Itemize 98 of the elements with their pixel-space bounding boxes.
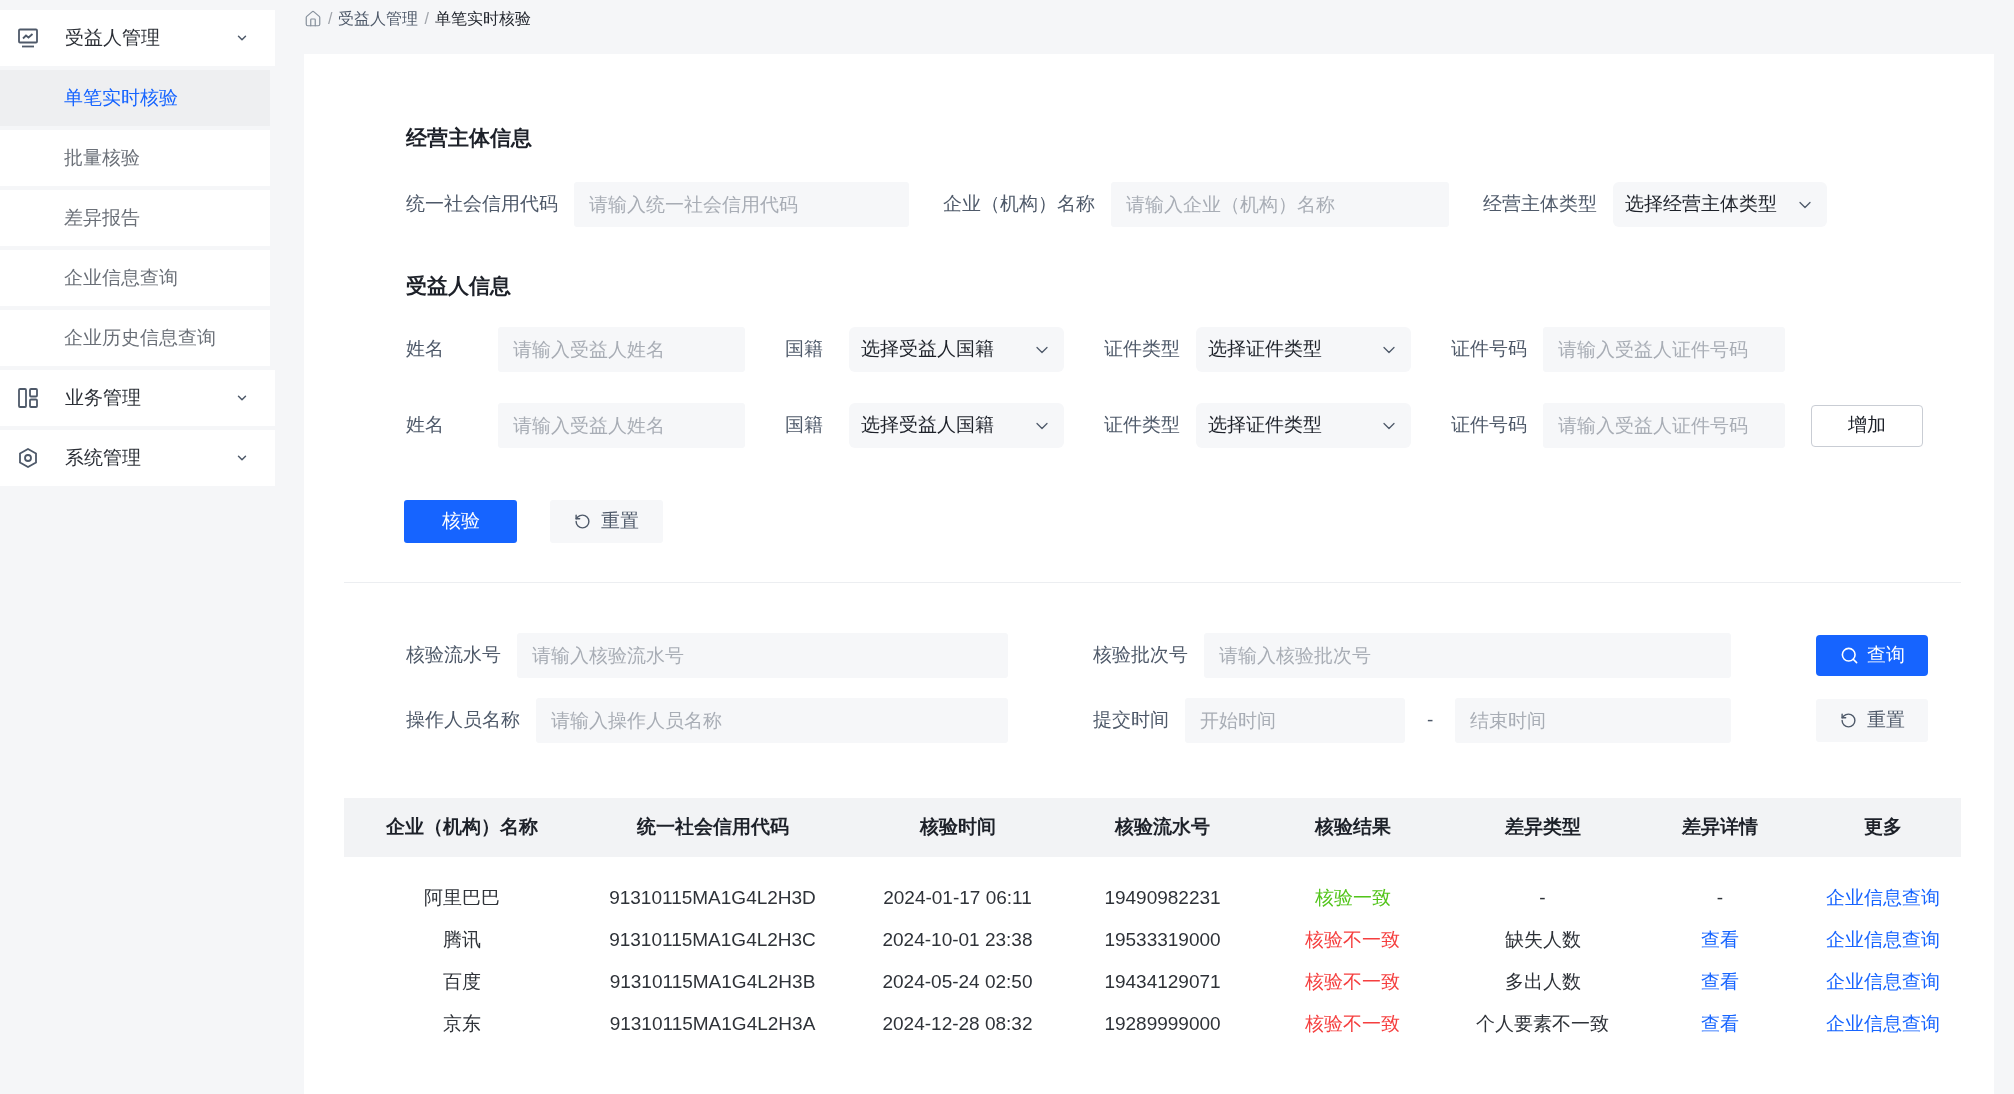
field-label: 统一社会信用代码 — [406, 192, 558, 217]
column-header: 核验时间 — [919, 815, 996, 840]
table-cell-text: 91310115MA1G4L2H3D — [609, 885, 816, 910]
input-field[interactable]: 请输入受益人姓名 — [498, 327, 745, 372]
sidebar-item[interactable]: 差异报告 — [0, 190, 270, 246]
search-button[interactable]: 查询 — [1816, 635, 1928, 676]
company-info-link[interactable]: 企业信息查询 — [1826, 925, 1940, 955]
table-cell-text: 腾讯 — [443, 927, 481, 952]
monitor-chart-icon — [18, 28, 38, 48]
column-header: 差异类型 — [1504, 815, 1581, 840]
column-header: 核验结果 — [1314, 815, 1391, 840]
breadcrumb-current: 单笔实时核验 — [434, 9, 531, 29]
status-text: 核验不一致 — [1305, 969, 1400, 994]
select-field[interactable]: 选择受益人国籍 — [849, 327, 1064, 372]
view-link[interactable]: 查看 — [1701, 925, 1739, 955]
table-cell-text: 2024-05-24 02:50 — [882, 969, 1033, 994]
section-title: 经营主体信息 — [406, 125, 532, 151]
table-cell-text: 京东 — [443, 1011, 481, 1036]
home-icon[interactable] — [304, 10, 322, 28]
sidebar-item[interactable]: 批量核验 — [0, 130, 270, 186]
status-text: 核验不一致 — [1305, 1011, 1400, 1036]
input-field[interactable]: 请输入企业（机构）名称 — [1111, 182, 1449, 227]
sidebar-item[interactable]: 单笔实时核验 — [0, 70, 270, 126]
table-cell-text: 91310115MA1G4L2H3C — [609, 927, 816, 952]
select-field[interactable]: 选择证件类型 — [1196, 327, 1411, 372]
company-info-link[interactable]: 企业信息查询 — [1826, 1009, 1940, 1039]
range-separator: - — [1427, 708, 1434, 733]
field-label: 姓名 — [406, 414, 444, 436]
reset-button[interactable]: 重置 — [550, 500, 663, 543]
table-cell-text: 多出人数 — [1504, 969, 1581, 994]
status-text: 核验一致 — [1314, 885, 1391, 910]
field-label: 国籍 — [785, 414, 823, 436]
refresh-icon — [574, 513, 591, 530]
add-button[interactable]: 增加 — [1811, 404, 1923, 447]
column-header: 统一社会信用代码 — [636, 815, 789, 840]
breadcrumb-link[interactable]: 受益人管理 — [338, 7, 419, 31]
sidebar-item[interactable]: 企业信息查询 — [0, 250, 270, 306]
input-field[interactable]: 请输入受益人姓名 — [498, 403, 745, 448]
table-cell-text: 2024-10-01 23:38 — [882, 927, 1033, 952]
breadcrumb-separator: / — [328, 9, 333, 29]
select-field[interactable]: 选择证件类型 — [1196, 403, 1411, 448]
company-info-link[interactable]: 企业信息查询 — [1826, 883, 1940, 913]
status-text: 核验不一致 — [1305, 927, 1400, 952]
field-label: 核验批次号 — [1093, 643, 1188, 668]
field-label: 证件号码 — [1451, 414, 1527, 436]
sidebar-item[interactable]: 企业历史信息查询 — [0, 310, 270, 366]
field-label: 提交时间 — [1093, 708, 1169, 733]
table-cell-text: 19490982231 — [1104, 885, 1221, 910]
table-cell-text: 91310115MA1G4L2H3B — [609, 969, 816, 994]
input-field[interactable]: 结束时间 — [1455, 698, 1731, 743]
input-field[interactable]: 请输入核验批次号 — [1204, 633, 1731, 678]
search-icon — [1839, 646, 1859, 665]
table-cell-text: 19533319000 — [1104, 927, 1221, 952]
reset-button[interactable]: 重置 — [1816, 699, 1928, 742]
input-field[interactable]: 请输入核验流水号 — [517, 633, 1008, 678]
sidebar-group[interactable]: 系统管理 — [0, 430, 275, 486]
column-header: 更多 — [1864, 815, 1902, 840]
section-title: 受益人信息 — [406, 273, 511, 299]
input-field[interactable]: 请输入受益人证件号码 — [1543, 327, 1785, 372]
input-field[interactable]: 开始时间 — [1185, 698, 1405, 743]
table-cell-text: 19289999000 — [1104, 1011, 1221, 1036]
select-field[interactable]: 选择经营主体类型 — [1613, 182, 1827, 227]
view-link[interactable]: 查看 — [1701, 967, 1739, 997]
table-cell-text: - — [1539, 885, 1546, 910]
verify-button[interactable]: 核验 — [404, 500, 517, 543]
table-cell-text: 2024-12-28 08:32 — [882, 1011, 1033, 1036]
field-label: 核验流水号 — [406, 643, 501, 668]
column-header: 差异详情 — [1682, 815, 1758, 840]
select-field[interactable]: 选择受益人国籍 — [849, 403, 1064, 448]
column-header: 核验流水号 — [1115, 815, 1210, 840]
table-cell-text: 91310115MA1G4L2H3A — [609, 1011, 816, 1036]
table-cell-text: 阿里巴巴 — [424, 885, 500, 910]
field-label: 操作人员名称 — [406, 708, 520, 733]
field-label: 证件类型 — [1104, 338, 1180, 360]
table-cell-text: 个人要素不一致 — [1476, 1011, 1609, 1036]
table-cell-text: 2024-01-17 06:11 — [883, 885, 1032, 910]
sidebar-group[interactable]: 受益人管理 — [0, 10, 275, 66]
company-info-link[interactable]: 企业信息查询 — [1826, 967, 1940, 997]
column-header: 企业（机构）名称 — [386, 815, 538, 840]
sidebar-group[interactable]: 业务管理 — [0, 370, 275, 426]
input-field[interactable]: 请输入受益人证件号码 — [1543, 403, 1785, 448]
settings-icon — [18, 448, 38, 468]
table-cell-text: - — [1716, 885, 1724, 910]
breadcrumb-separator: / — [424, 9, 429, 29]
view-link[interactable]: 查看 — [1701, 1009, 1739, 1039]
field-label: 企业（机构）名称 — [943, 192, 1095, 217]
field-label: 姓名 — [406, 338, 444, 360]
field-label: 经营主体类型 — [1483, 192, 1597, 217]
refresh-icon — [1839, 712, 1857, 729]
table-cell-text: 19434129071 — [1104, 969, 1221, 994]
field-label: 证件号码 — [1451, 338, 1527, 360]
table-cell-text: 缺失人数 — [1504, 927, 1581, 952]
field-label: 国籍 — [785, 338, 823, 360]
input-field[interactable]: 请输入统一社会信用代码 — [574, 182, 909, 227]
table-cell-text: 百度 — [443, 969, 481, 994]
field-label: 证件类型 — [1104, 414, 1180, 436]
input-field[interactable]: 请输入操作人员名称 — [536, 698, 1008, 743]
layout-icon — [18, 388, 38, 408]
